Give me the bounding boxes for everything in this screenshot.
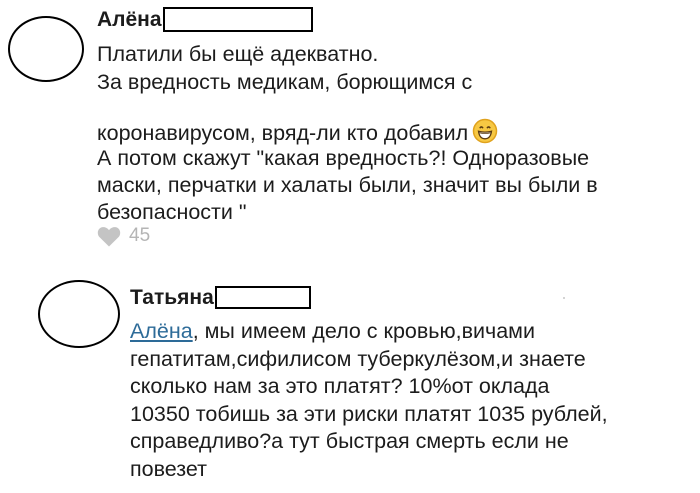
comment-line-with-emoji: коронавирусом, вряд-ли кто добавил: [97, 118, 598, 145]
comment-line: Платили бы ещё адекватно.: [97, 42, 379, 66]
redacted-username-box: [162, 7, 313, 32]
avatar[interactable]: [8, 16, 84, 82]
comment-line: Алёна, мы имеем дело с кровью,вичами: [130, 318, 608, 346]
comment-text: Платили бы ещё адекватно. За вредность м…: [97, 40, 598, 226]
redacted-username-box: [214, 286, 311, 309]
like-button[interactable]: 45: [97, 225, 150, 247]
mention-link[interactable]: Алёна: [130, 319, 193, 343]
comment-line: безопасности ": [97, 200, 247, 224]
heart-icon: [97, 226, 121, 246]
comment-line: гепатитам,сифилисом туберкулёзом,и знает…: [130, 346, 586, 371]
comment-line: За вредность медикам, борющимся с: [97, 70, 473, 94]
comment-line: повезет: [130, 456, 207, 481]
comment-line: сколько нам за это платят? 10%от оклада: [130, 374, 550, 398]
author-name[interactable]: Алёна: [97, 9, 162, 30]
comment-line: маски, перчатки и халаты были, значит вы…: [97, 173, 598, 197]
comment-line: А потом скажут "какая вредность?! Однора…: [97, 146, 590, 170]
author-name[interactable]: Татьяна: [130, 287, 214, 308]
comment-header: Алёна: [97, 7, 313, 32]
comment-line: справедливо?а тут быстрая смерть если не: [130, 429, 569, 453]
comment-line: 10350 тобишь за эти риски платят 1035 ру…: [130, 401, 608, 426]
comment-header: Татьяна: [130, 286, 311, 309]
comment-text: Алёна, мы имеем дело с кровью,вичами геп…: [130, 318, 608, 483]
comment-line-text: , мы имеем дело с кровью,вичами: [192, 319, 535, 343]
comment-line-text: коронавирусом, вряд-ли кто добавил: [97, 121, 469, 145]
avatar[interactable]: [38, 280, 120, 348]
like-count: 45: [129, 225, 151, 246]
artifact-dot: [563, 297, 565, 299]
